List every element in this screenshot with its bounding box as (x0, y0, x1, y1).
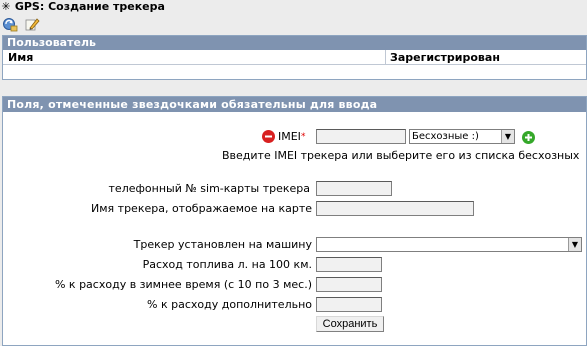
add-icon[interactable] (522, 131, 535, 144)
column-name[interactable]: Имя (8, 50, 33, 65)
imei-hint: Введите IMEI трекера или выберите его из… (222, 149, 580, 162)
car-label: Трекер установлен на машину (133, 238, 312, 251)
extra-input[interactable] (316, 297, 382, 312)
window-title: ✳ GPS: Создание трекера (0, 0, 587, 14)
user-panel-header: Пользователь (3, 36, 586, 50)
toolbar (2, 16, 42, 32)
chevron-down-icon: ▼ (568, 238, 581, 251)
user-panel: Пользователь Имя Зарегистрирован (2, 35, 587, 80)
chevron-down-icon: ▼ (501, 130, 514, 143)
fuel-label: Расход топлива л. на 100 км. (142, 258, 312, 271)
fuel-input[interactable] (316, 257, 382, 272)
save-button[interactable]: Сохранить (316, 316, 384, 332)
extra-label: % к расходу дополнительно (147, 298, 312, 311)
window-title-text: GPS: Создание трекера (14, 0, 165, 13)
car-select[interactable]: ▼ (316, 237, 582, 252)
edit-icon[interactable] (24, 16, 40, 32)
tracker-name-input[interactable] (316, 201, 474, 216)
imei-input[interactable] (316, 129, 406, 144)
user-table-body (3, 65, 586, 77)
title-icon: ✳ (1, 0, 11, 13)
winter-label: % к расходу в зимнее время (с 10 по 3 ме… (54, 278, 312, 291)
refresh-icon[interactable] (2, 16, 18, 32)
user-table-header: Имя Зарегистрирован (3, 50, 586, 65)
tracker-name-label: Имя трекера, отображаемое на карте (91, 202, 312, 215)
sim-label: телефонный № sim-карты трекера (108, 182, 310, 195)
unassigned-trackers-value: Бесхозные :) (412, 131, 479, 142)
remove-icon[interactable] (262, 130, 275, 143)
winter-input[interactable] (316, 277, 382, 292)
unassigned-trackers-select[interactable]: Бесхозные :) ▼ (409, 129, 515, 144)
column-registered[interactable]: Зарегистрирован (385, 50, 587, 64)
imei-label: IMEI* (278, 130, 306, 143)
form-panel-header: Поля, отмеченные звездочками обязательны… (3, 97, 586, 112)
sim-input[interactable] (316, 181, 392, 196)
required-asterisk: * (300, 132, 306, 142)
